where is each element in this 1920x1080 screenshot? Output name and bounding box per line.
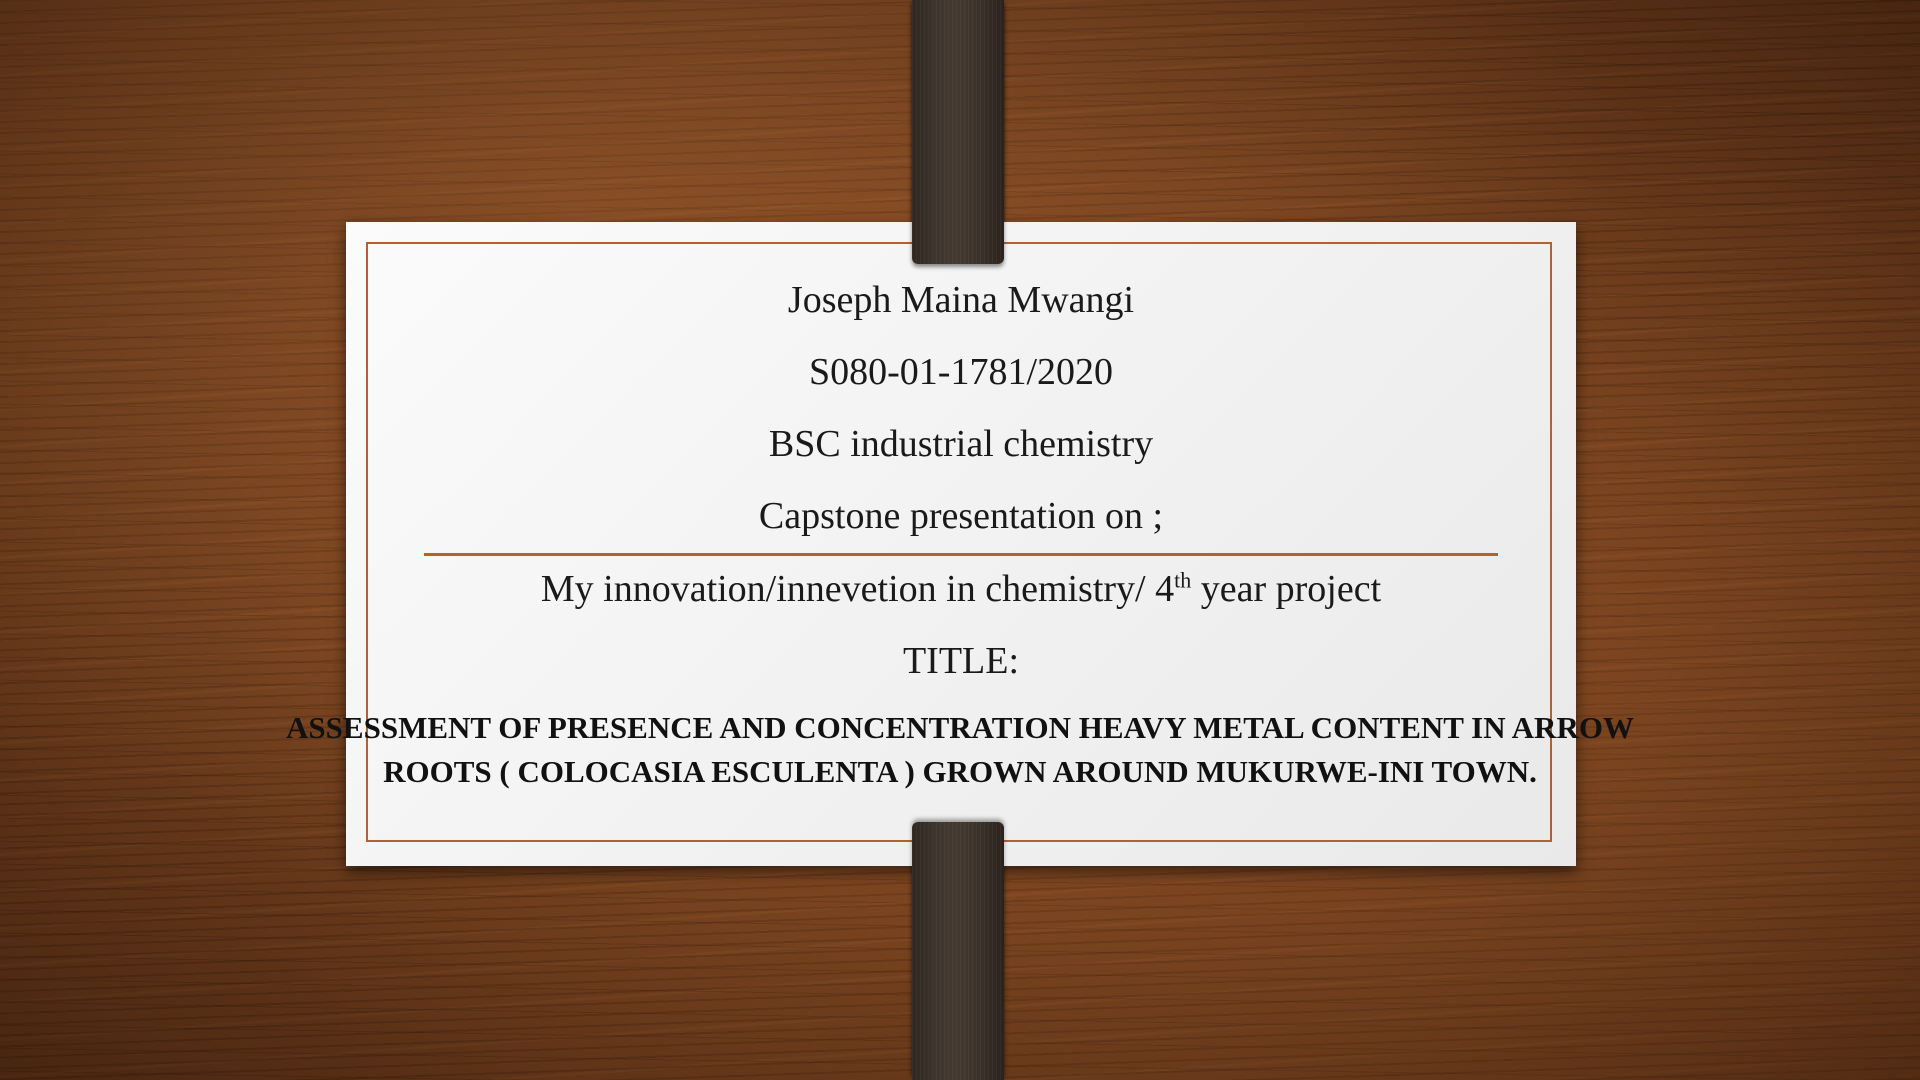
registration-number: S080-01-1781/2020 [809,351,1113,393]
project-title: ASSESSMENT OF PRESENCE AND CONCENTRATION… [150,706,1770,794]
subtitle-ordinal-suffix: th [1174,567,1192,593]
subtitle-text-end: year project [1191,568,1382,610]
project-title-line-2: ROOTS ( COLOCASIA ESCULENTA ) GROWN AROU… [383,754,1537,789]
strap-top-overlay [912,0,1004,264]
strap-bottom-overlay [912,822,1004,1080]
subtitle-text: My innovation/innevetion in chemistry/ 4 [540,568,1175,610]
course-name: BSC industrial chemistry [768,423,1154,465]
subtitle: My innovation/innevetion in chemistry/ 4… [346,567,1576,611]
title-label: TITLE: [902,640,1020,682]
intro-text: Capstone presentation on ; [758,495,1164,537]
project-title-line-1: ASSESSMENT OF PRESENCE AND CONCENTRATION… [286,710,1634,745]
divider-line [424,553,1498,556]
author-name: Joseph Maina Mwangi [787,279,1135,321]
